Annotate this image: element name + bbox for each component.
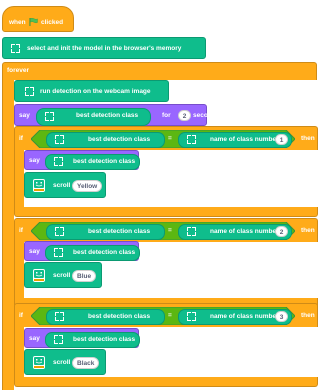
reporter-label: best detection class bbox=[73, 249, 136, 256]
model-frame-icon bbox=[54, 157, 63, 166]
scroll-text-input[interactable]: Yellow bbox=[72, 180, 103, 192]
best-detection-class-reporter[interactable]: best detection class bbox=[45, 332, 140, 348]
model-frame-icon bbox=[55, 227, 64, 236]
say-block-2[interactable]: say best detection class bbox=[24, 241, 140, 261]
say-label: say bbox=[29, 248, 40, 255]
reporter-label: best detection class bbox=[88, 136, 151, 143]
if-block-2-arm bbox=[14, 241, 24, 299]
reporter-label: best detection class bbox=[76, 112, 139, 119]
if-block-1-bottom bbox=[14, 207, 318, 217]
model-frame-icon bbox=[54, 248, 63, 257]
hat-clicked-label: clicked bbox=[41, 19, 64, 26]
scroll-label: scroll bbox=[53, 272, 71, 279]
best-detection-class-reporter[interactable]: best detection class bbox=[46, 224, 165, 240]
reporter-label: name of class number bbox=[210, 313, 279, 320]
scroll-block-3[interactable]: scroll Black bbox=[24, 349, 106, 375]
if-label: if bbox=[19, 227, 23, 234]
reporter-label: best detection class bbox=[73, 158, 136, 165]
say-label: say bbox=[29, 157, 40, 164]
scroll-block-2[interactable]: scroll Blue bbox=[24, 262, 102, 288]
seconds-input[interactable]: 2 bbox=[178, 110, 191, 121]
when-flag-clicked-hat[interactable]: when clicked bbox=[2, 6, 74, 32]
forever-label: forever bbox=[7, 67, 30, 74]
model-frame-icon bbox=[45, 112, 54, 121]
scroll-label: scroll bbox=[53, 182, 71, 189]
name-of-class-number-reporter[interactable]: name of class number 3 bbox=[178, 309, 292, 325]
then-label: then bbox=[301, 227, 315, 234]
say-for-seconds-block[interactable]: say best detection class for 2 seconds bbox=[14, 104, 219, 126]
class-number-input[interactable]: 2 bbox=[275, 226, 288, 237]
microbit-icon bbox=[33, 269, 45, 282]
if-label: if bbox=[19, 135, 23, 142]
scroll-label: scroll bbox=[53, 359, 71, 366]
say-block-3[interactable]: say best detection class bbox=[24, 328, 140, 348]
forever-block-arm bbox=[2, 79, 14, 390]
then-label: then bbox=[301, 135, 315, 142]
init-model-label: select and init the model in the browser… bbox=[27, 45, 182, 52]
say-label: say bbox=[19, 112, 30, 119]
microbit-icon bbox=[33, 356, 45, 369]
model-frame-icon bbox=[54, 335, 63, 344]
if-block-3-bottom bbox=[14, 377, 318, 387]
reporter-label: best detection class bbox=[88, 313, 151, 320]
model-frame-icon bbox=[25, 87, 34, 96]
equals-label: = bbox=[168, 135, 172, 142]
if-block-3-arm bbox=[14, 326, 24, 378]
init-model-block[interactable]: select and init the model in the browser… bbox=[2, 37, 206, 59]
best-detection-class-reporter[interactable]: best detection class bbox=[36, 108, 151, 126]
best-detection-class-reporter[interactable]: best detection class bbox=[45, 154, 140, 170]
scroll-text-input[interactable]: Black bbox=[72, 357, 100, 369]
if-label: if bbox=[19, 312, 23, 319]
run-detection-block[interactable]: run detection on the webcam image bbox=[14, 80, 169, 102]
model-frame-icon bbox=[187, 312, 196, 321]
model-frame-icon bbox=[55, 135, 64, 144]
class-number-input[interactable]: 3 bbox=[275, 311, 288, 322]
scroll-block-1[interactable]: scroll Yellow bbox=[24, 172, 106, 198]
model-frame-icon bbox=[187, 135, 196, 144]
for-label: for bbox=[162, 112, 171, 119]
say-label: say bbox=[29, 335, 40, 342]
reporter-label: best detection class bbox=[73, 336, 136, 343]
reporter-label: best detection class bbox=[88, 228, 151, 235]
best-detection-class-reporter[interactable]: best detection class bbox=[45, 245, 140, 261]
best-detection-class-reporter[interactable]: best detection class bbox=[46, 132, 165, 148]
if-block-1-arm bbox=[14, 149, 24, 209]
best-detection-class-reporter[interactable]: best detection class bbox=[46, 309, 165, 325]
say-block-1[interactable]: say best detection class bbox=[24, 150, 140, 170]
reporter-label: name of class number bbox=[210, 136, 279, 143]
equals-label: = bbox=[168, 312, 172, 319]
name-of-class-number-reporter[interactable]: name of class number 2 bbox=[178, 224, 292, 240]
model-frame-icon bbox=[187, 227, 196, 236]
model-frame-icon bbox=[55, 312, 64, 321]
microbit-icon bbox=[33, 179, 45, 192]
then-label: then bbox=[301, 312, 315, 319]
model-frame-icon bbox=[11, 44, 20, 53]
scroll-text-input[interactable]: Blue bbox=[72, 270, 97, 282]
name-of-class-number-reporter[interactable]: name of class number 1 bbox=[178, 132, 292, 148]
green-flag-icon bbox=[29, 18, 38, 26]
class-number-input[interactable]: 1 bbox=[275, 134, 288, 145]
if-block-2-top[interactable]: if best detection class = name of class … bbox=[14, 218, 318, 242]
seconds-label: seconds bbox=[193, 112, 220, 119]
equals-label: = bbox=[168, 227, 172, 234]
forever-block-top[interactable]: forever bbox=[2, 62, 317, 80]
if-block-3-top[interactable]: if best detection class = name of class … bbox=[14, 303, 318, 327]
run-detection-label: run detection on the webcam image bbox=[40, 88, 151, 95]
reporter-label: name of class number bbox=[210, 228, 279, 235]
hat-when-label: when bbox=[9, 19, 26, 26]
if-block-1-top[interactable]: if best detection class = name of class … bbox=[14, 126, 318, 150]
